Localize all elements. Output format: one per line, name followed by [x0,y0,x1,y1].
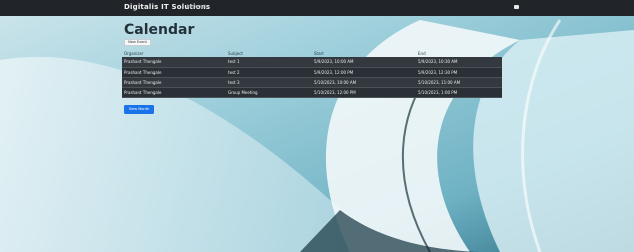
main-content: Calendar New Event Organizer Subject Sta… [0,0,634,252]
user-icon [514,4,519,9]
table-header-row: Organizer Subject Start End [122,49,502,57]
new-event-button[interactable]: New Event [124,39,151,46]
column-header-organizer: Organizer [124,50,144,56]
subject-cell: test 2 [226,67,312,78]
column-header-start: Start [314,50,324,56]
end-cell: 5/10/2023, 1:00 PM [416,87,502,98]
organizer-cell: Prashant Thengale [122,67,226,78]
events-table: Organizer Subject Start End Prashant The… [122,49,502,98]
table-row: Prashant Thengale Group Meeting 5/10/202… [122,87,502,98]
subject-cell: test 1 [226,57,312,68]
organizer-cell: Prashant Thengale [122,87,226,98]
start-cell: 5/9/2023, 12:00 PM [312,67,416,78]
table-row: Prashant Thengale test 3 5/10/2023, 10:0… [122,77,502,88]
table-row: Prashant Thengale test 2 5/9/2023, 12:00… [122,67,502,78]
subject-cell: test 3 [226,77,312,88]
user-menu[interactable] [514,4,519,10]
page-title: Calendar [124,22,195,38]
column-header-end: End [418,50,426,56]
organizer-cell: Prashant Thengale [122,57,226,68]
start-cell: 5/10/2023, 10:00 AM [312,77,416,88]
end-cell: 5/9/2023, 12:30 PM [416,67,502,78]
end-cell: 5/10/2023, 11:00 AM [416,77,502,88]
end-cell: 5/9/2023, 10:30 AM [416,57,502,68]
top-navbar: Digitalis IT Solutions Account [0,0,634,16]
subject-cell: Group Meeting [226,87,312,98]
organizer-cell: Prashant Thengale [122,77,226,88]
start-cell: 5/10/2023, 12:00 PM [312,87,416,98]
column-header-subject: Subject [228,50,243,56]
start-cell: 5/9/2023, 10:00 AM [312,57,416,68]
table-row: Prashant Thengale test 1 5/9/2023, 10:00… [122,57,502,68]
view-month-button[interactable]: View Month [124,105,154,114]
nav-link-account[interactable]: Account [186,4,206,10]
